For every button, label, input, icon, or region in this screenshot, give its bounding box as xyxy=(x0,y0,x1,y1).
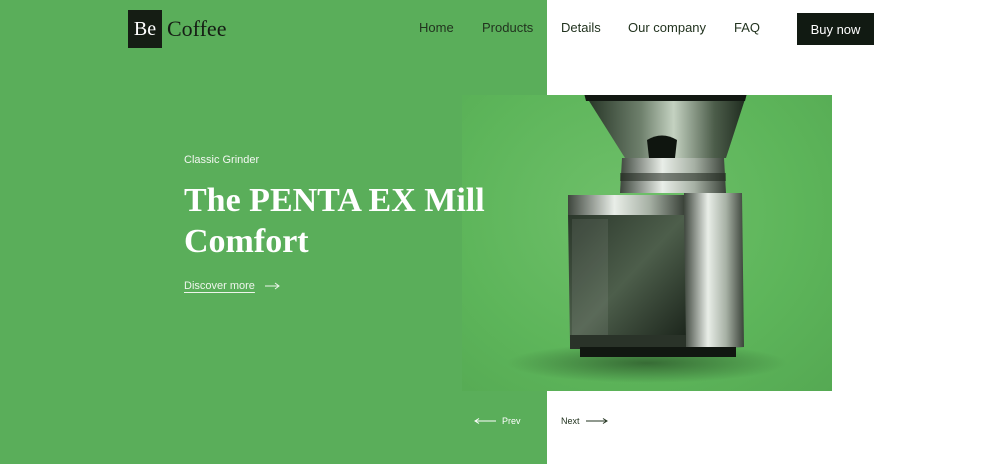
next-label: Next xyxy=(561,416,580,426)
hero-eyebrow: Classic Grinder xyxy=(184,154,260,166)
arrow-right-icon xyxy=(264,282,280,290)
nav-products[interactable]: Products xyxy=(482,20,533,35)
prev-button[interactable]: Prev xyxy=(474,416,521,426)
logo-text: Coffee xyxy=(167,16,227,41)
site-header: Be Coffee Home Products Details Our comp… xyxy=(0,0,1000,60)
discover-more-label: Discover more xyxy=(184,280,255,292)
logo-mark: Be xyxy=(128,10,162,48)
hero-title: The PENTA EX Mill Comfort xyxy=(184,182,485,260)
nav-faq[interactable]: FAQ xyxy=(734,20,760,35)
arrow-left-icon xyxy=(474,418,496,424)
discover-more-link[interactable]: Discover more xyxy=(184,280,281,292)
logo[interactable]: Be Coffee xyxy=(128,10,226,48)
buy-now-button[interactable]: Buy now xyxy=(797,13,874,45)
nav-our-company[interactable]: Our company xyxy=(628,20,706,35)
next-button[interactable]: Next xyxy=(561,416,608,426)
prev-label: Prev xyxy=(502,416,521,426)
nav-details[interactable]: Details xyxy=(561,20,601,35)
nav-home[interactable]: Home xyxy=(419,20,454,35)
arrow-right-icon xyxy=(585,418,608,424)
